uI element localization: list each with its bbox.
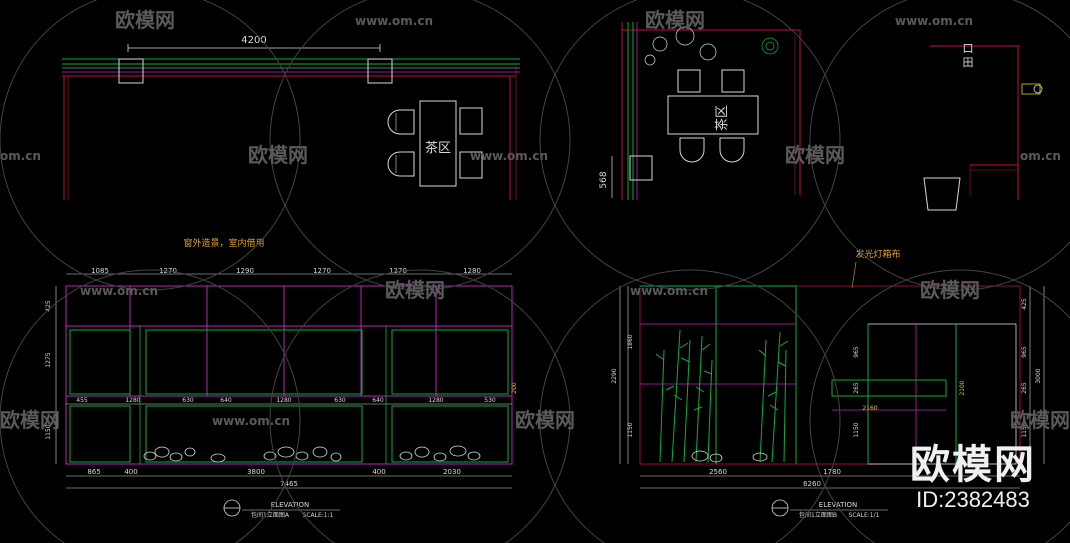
wm-brand-5: 欧模网 xyxy=(385,278,445,302)
wm-brand-1: 欧模网 xyxy=(115,8,175,32)
elev-a-top-dim-6: 1280 xyxy=(463,267,481,275)
wm-brand-7: 欧模网 xyxy=(0,408,60,432)
elev-a-frame xyxy=(65,285,513,465)
elev-a-mid-dim-3: 630 xyxy=(182,397,194,404)
elev-b-left-dim-3: 1150 xyxy=(627,422,634,437)
elev-a-side-dim: 200 xyxy=(511,382,518,394)
plan-right-door-label: 口 xyxy=(963,42,974,55)
elev-a-mid-dim-2: 1280 xyxy=(125,397,140,404)
elev-a-mid-dim-6: 630 xyxy=(334,397,346,404)
wm-brand-9: 欧模网 xyxy=(1010,408,1070,432)
wm-site-2: www.om.cn xyxy=(895,14,973,28)
elev-b-title-cn: 包间1立面图B xyxy=(799,511,837,519)
elev-b-inner-dim-2: 265 xyxy=(853,382,860,394)
id-badge: 欧模网 ID:2382483 xyxy=(910,443,1036,513)
wm-site-4: www.om.cn xyxy=(80,284,158,298)
wm-site-1: www.om.cn xyxy=(355,14,433,28)
elev-a-mid-dim-1: 455 xyxy=(76,397,88,404)
plan-right: 茶区 568 口 田 xyxy=(599,22,1043,211)
plan-right-tea-table xyxy=(667,95,759,135)
elev-b-scale: SCALE:1/1 xyxy=(849,512,880,519)
elev-a-note: 窗外造景，室内借用 xyxy=(183,237,264,249)
wm-brand-3: 欧模网 xyxy=(248,143,308,167)
elev-b-right-total: 3000 xyxy=(1035,368,1042,383)
plan-right-dim-side: 568 xyxy=(599,171,609,188)
elev-b-bottom-dim-1: 2560 xyxy=(709,468,727,476)
plan-right-chair xyxy=(923,177,961,211)
elev-a-bottom-dim-5: 2030 xyxy=(443,468,461,476)
elev-b-total-dim: 6260 xyxy=(803,480,821,488)
elev-b-bamboo xyxy=(655,329,789,463)
elev-a-bottom-dim-4: 400 xyxy=(372,468,385,476)
plan-left-column-2 xyxy=(367,58,393,84)
wm-site-3: www.om.cn xyxy=(470,149,548,163)
elev-a-mid-dim-4: 640 xyxy=(220,397,232,404)
elev-a-mid-dim-5: 1280 xyxy=(276,397,291,404)
plan-left: 4200 茶区 xyxy=(62,35,520,200)
svg-text:田: 田 xyxy=(963,56,974,69)
elev-b-inner-dim-1: 965 xyxy=(853,346,860,358)
wm-site-short-2: om.cn xyxy=(1020,149,1061,163)
wm-brand-2: 欧模网 xyxy=(645,8,705,32)
elev-b-left-dim-1: 1860 xyxy=(627,334,634,349)
wm-brand-4: 欧模网 xyxy=(785,143,845,167)
plan-right-tea-label: 茶区 xyxy=(714,105,730,131)
elev-a-mid-dim-7: 640 xyxy=(372,397,384,404)
elev-b-right-dim-3: 265 xyxy=(1021,382,1028,394)
wm-site-short-1: om.cn xyxy=(0,149,41,163)
elev-a-bottom-dim-1: 865 xyxy=(87,468,100,476)
id-number: ID:2382483 xyxy=(916,487,1030,512)
wm-site-5: www.om.cn xyxy=(630,284,708,298)
elev-a-title-cn: 包间1立面图A xyxy=(251,511,290,519)
plan-left-column-1 xyxy=(118,58,144,84)
elev-b-right-dim-2: 965 xyxy=(1021,346,1028,358)
elev-a-top-dim-3: 1290 xyxy=(236,267,254,275)
elev-a-mid-dim-8: 1280 xyxy=(428,397,443,404)
elev-a-top-dim-4: 1270 xyxy=(313,267,331,275)
elev-a-top-dim-1: 1085 xyxy=(91,267,109,275)
elev-a-scale: SCALE:1:1 xyxy=(303,512,334,519)
id-brand: 欧模网 xyxy=(910,442,1036,488)
elev-a-left-dim-2: 1275 xyxy=(45,352,52,367)
elev-a-stones xyxy=(143,445,481,463)
plan-left-tea-label: 茶区 xyxy=(425,140,451,156)
wm-brand-8: 欧模网 xyxy=(515,408,575,432)
elev-a-bottom-dim-3: 3800 xyxy=(247,468,265,476)
elev-b-left-dim-2: 2290 xyxy=(611,368,618,383)
elev-b-inner-h: 2160 xyxy=(862,405,877,412)
elev-a-title-en: ELEVATION xyxy=(271,501,309,509)
elev-b-right-dim-1: 425 xyxy=(1021,298,1028,310)
elev-a-mid-dim-9: 530 xyxy=(484,397,496,404)
elev-b-inner-dim-3: 1150 xyxy=(853,422,860,437)
wm-brand-6: 欧模网 xyxy=(920,278,980,302)
elev-a-bottom-dim-2: 400 xyxy=(124,468,137,476)
elev-b-inner-dim-4: 2100 xyxy=(959,380,966,395)
wm-site-6: www.om.cn xyxy=(212,414,290,428)
